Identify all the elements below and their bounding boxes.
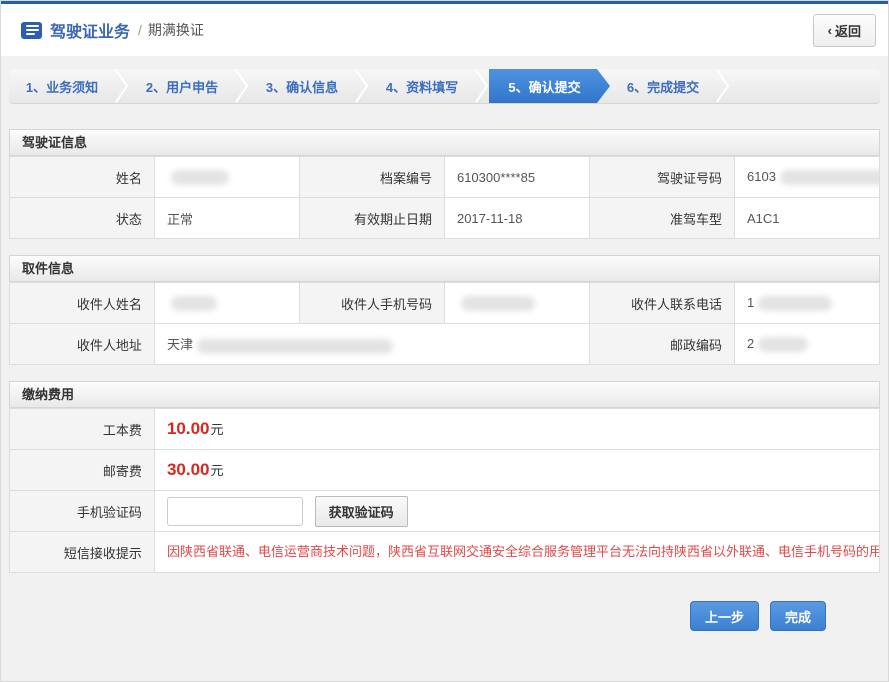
step-3-confirm-info[interactable]: 3、确认信息 bbox=[249, 69, 355, 103]
pickup-table: 收件人姓名 收件人手机号码 收件人联系电话 1 收件人地址 天津 邮政编码 2 bbox=[9, 282, 880, 365]
cost-fee-label: 工本费 bbox=[10, 409, 155, 450]
page: 驾驶证业务 / 期满换证 ‹ 返回 1、业务须知 2、用户申告 3、确认信息 4… bbox=[0, 0, 889, 682]
redacted-text bbox=[197, 339, 393, 354]
section-pickup-title: 取件信息 bbox=[9, 255, 880, 282]
redacted-text bbox=[758, 337, 808, 352]
tel-label: 收件人联系电话 bbox=[589, 283, 734, 324]
recipient-name-value bbox=[154, 283, 299, 324]
postage-unit: 元 bbox=[210, 463, 223, 478]
step-navigation: 1、业务须知 2、用户申告 3、确认信息 4、资料填写 5、确认提交 6、完成提… bbox=[9, 69, 880, 104]
table-row: 短信接收提示 因陕西省联通、电信运营商技术问题，陕西省互联网交通安全综合服务管理… bbox=[10, 532, 880, 573]
name-value bbox=[154, 157, 299, 198]
file-no-label: 档案编号 bbox=[299, 157, 444, 198]
step-5-confirm-submit[interactable]: 5、确认提交 bbox=[489, 69, 610, 103]
table-row: 邮寄费 30.00元 bbox=[10, 450, 880, 491]
cost-unit: 元 bbox=[210, 422, 223, 437]
step-separator-icon bbox=[115, 69, 129, 103]
finish-button[interactable]: 完成 bbox=[770, 601, 826, 631]
redacted-text bbox=[758, 296, 832, 311]
recipient-name-label: 收件人姓名 bbox=[10, 283, 155, 324]
sms-code-input[interactable] bbox=[167, 497, 303, 526]
table-row: 收件人地址 天津 邮政编码 2 bbox=[10, 324, 880, 365]
table-row: 手机验证码 获取验证码 bbox=[10, 491, 880, 532]
step-2-declaration[interactable]: 2、用户申告 bbox=[129, 69, 235, 103]
address-value: 天津 bbox=[154, 324, 589, 365]
footer-actions: 上一步 完成 bbox=[1, 601, 888, 631]
status-label: 状态 bbox=[10, 198, 155, 239]
table-row: 状态 正常 有效期止日期 2017-11-18 准驾车型 A1C1 bbox=[10, 198, 880, 239]
cost-amount: 10.00 bbox=[167, 419, 210, 438]
get-sms-code-button[interactable]: 获取验证码 bbox=[315, 496, 408, 527]
breadcrumb-current: 期满换证 bbox=[148, 20, 204, 40]
redacted-text bbox=[171, 296, 217, 311]
previous-step-button[interactable]: 上一步 bbox=[690, 601, 759, 631]
back-button[interactable]: ‹ 返回 bbox=[813, 14, 876, 47]
step-separator-icon bbox=[475, 69, 489, 103]
breadcrumb-separator: / bbox=[138, 22, 142, 38]
header: 驾驶证业务 / 期满换证 ‹ 返回 bbox=[1, 4, 888, 56]
step-separator-icon bbox=[355, 69, 369, 103]
tel-value: 1 bbox=[735, 283, 880, 324]
table-row: 姓名 档案编号 610300****85 驾驶证号码 6103 bbox=[10, 157, 880, 198]
mobile-value bbox=[444, 283, 589, 324]
step-4-fill-data[interactable]: 4、资料填写 bbox=[369, 69, 475, 103]
chevron-left-icon: ‹ bbox=[828, 23, 832, 38]
license-no-label: 驾驶证号码 bbox=[589, 157, 734, 198]
vehicle-value: A1C1 bbox=[735, 198, 880, 239]
section-license-info: 驾驶证信息 姓名 档案编号 610300****85 驾驶证号码 6103 状态… bbox=[9, 129, 880, 239]
fees-table: 工本费 10.00元 邮寄费 30.00元 手机验证码 获取验证码 短信接收提示… bbox=[9, 408, 880, 573]
zip-value: 2 bbox=[735, 324, 880, 365]
sms-notice-label: 短信接收提示 bbox=[10, 532, 155, 573]
section-fees: 缴纳费用 工本费 10.00元 邮寄费 30.00元 手机验证码 获取验证码 短… bbox=[9, 381, 880, 573]
table-row: 收件人姓名 收件人手机号码 收件人联系电话 1 bbox=[10, 283, 880, 324]
section-pickup-info: 取件信息 收件人姓名 收件人手机号码 收件人联系电话 1 收件人地址 天津 邮政… bbox=[9, 255, 880, 365]
step-1-notice[interactable]: 1、业务须知 bbox=[9, 69, 115, 103]
zip-label: 邮政编码 bbox=[589, 324, 734, 365]
sms-code-label: 手机验证码 bbox=[10, 491, 155, 532]
redacted-text bbox=[780, 170, 880, 185]
postage-amount: 30.00 bbox=[167, 460, 210, 479]
step-separator-icon bbox=[716, 69, 730, 103]
license-menu-icon bbox=[21, 22, 42, 39]
redacted-text bbox=[461, 296, 535, 311]
postage-fee-label: 邮寄费 bbox=[10, 450, 155, 491]
step-separator-icon bbox=[235, 69, 249, 103]
expire-label: 有效期止日期 bbox=[299, 198, 444, 239]
license-no-value: 6103 bbox=[735, 157, 880, 198]
license-table: 姓名 档案编号 610300****85 驾驶证号码 6103 状态 正常 有效… bbox=[9, 156, 880, 239]
section-fees-title: 缴纳费用 bbox=[9, 381, 880, 408]
step-6-complete[interactable]: 6、完成提交 bbox=[610, 69, 716, 103]
status-value: 正常 bbox=[154, 198, 299, 239]
file-no-value: 610300****85 bbox=[444, 157, 589, 198]
expire-value: 2017-11-18 bbox=[444, 198, 589, 239]
sms-notice-text: 因陕西省联通、电信运营商技术问题，陕西省互联网交通安全综合服务管理平台无法向持陕… bbox=[154, 532, 879, 573]
address-label: 收件人地址 bbox=[10, 324, 155, 365]
back-button-label: 返回 bbox=[835, 21, 861, 40]
sms-code-cell: 获取验证码 bbox=[154, 491, 879, 532]
vehicle-label: 准驾车型 bbox=[589, 198, 734, 239]
redacted-text bbox=[171, 170, 229, 185]
step-bar-filler bbox=[730, 69, 880, 103]
name-label: 姓名 bbox=[10, 157, 155, 198]
cost-fee-value: 10.00元 bbox=[154, 409, 879, 450]
postage-fee-value: 30.00元 bbox=[154, 450, 879, 491]
table-row: 工本费 10.00元 bbox=[10, 409, 880, 450]
mobile-label: 收件人手机号码 bbox=[299, 283, 444, 324]
page-title: 驾驶证业务 bbox=[50, 18, 130, 42]
section-license-title: 驾驶证信息 bbox=[9, 129, 880, 156]
